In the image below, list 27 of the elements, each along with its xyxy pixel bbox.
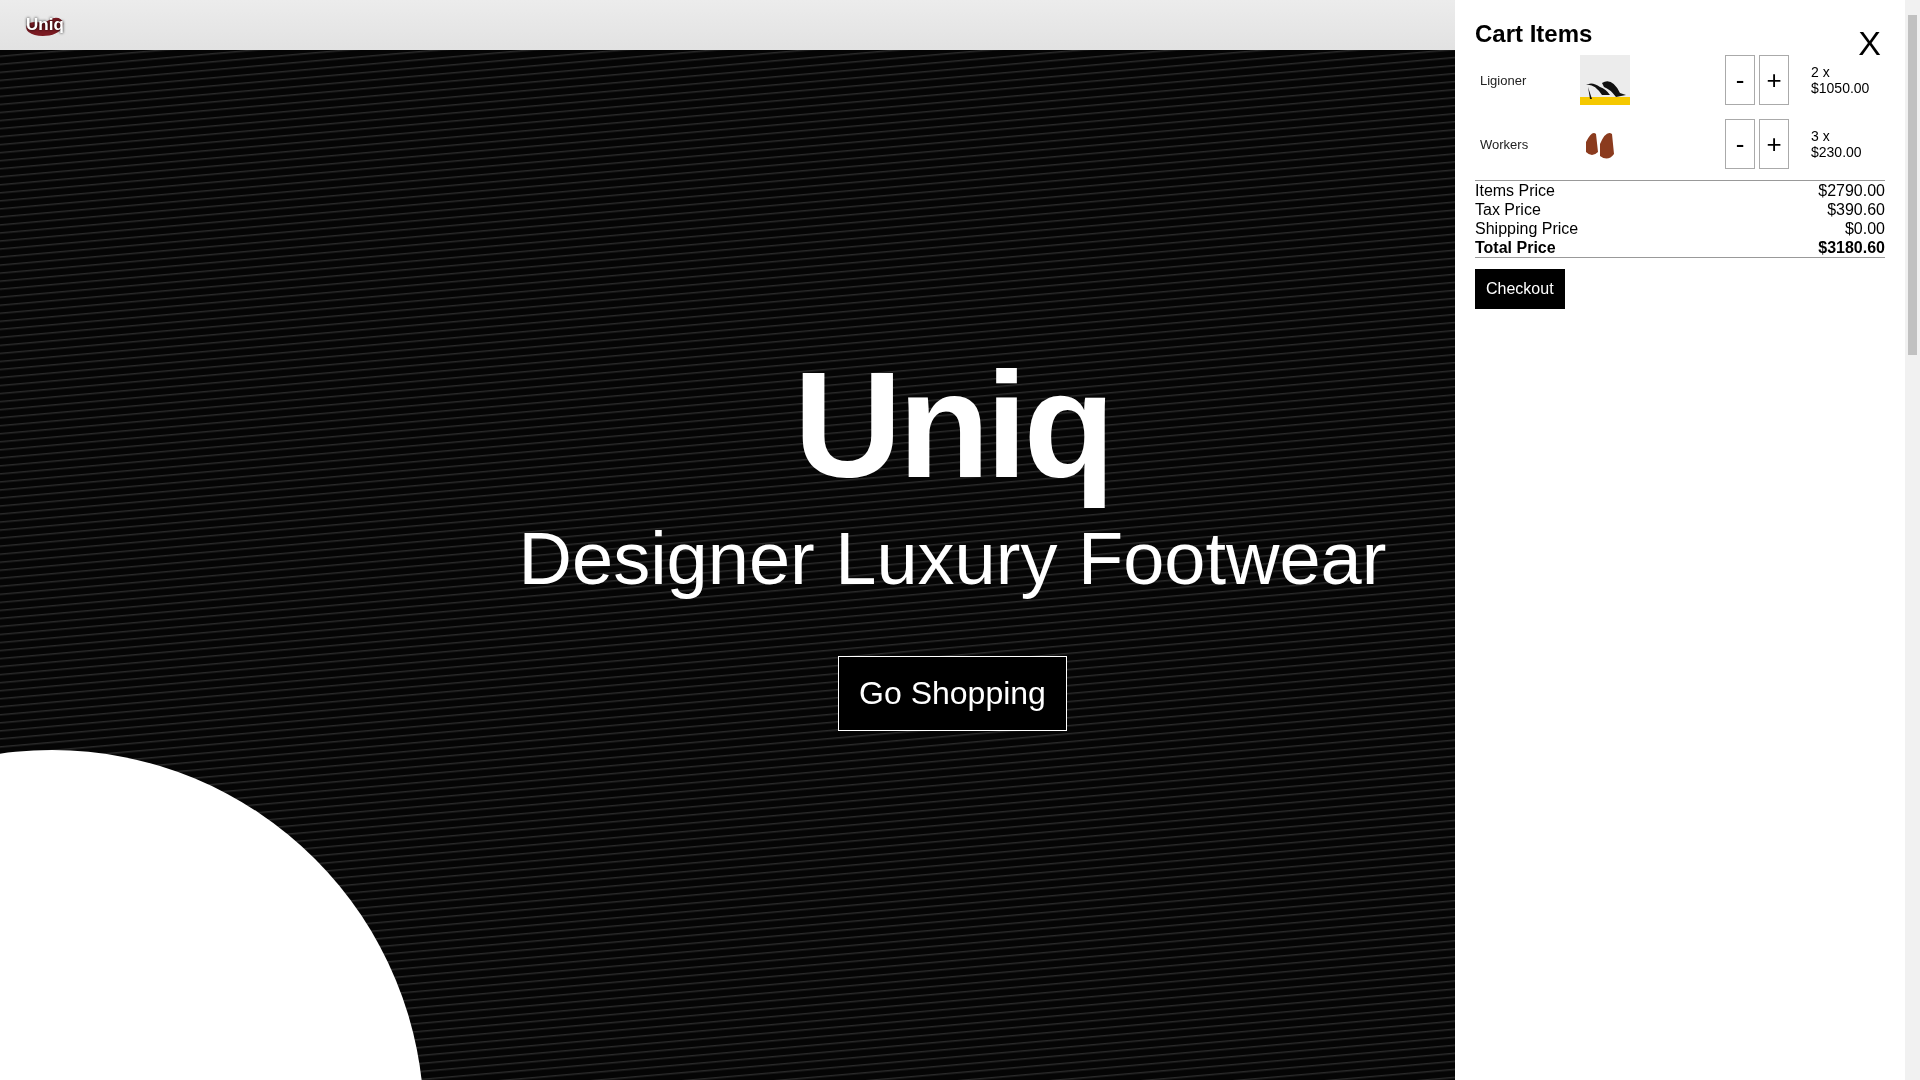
photo-placeholder — [1580, 55, 1630, 105]
item-price: $230.00 — [1811, 144, 1862, 160]
summary-value: $2790.00 — [1818, 181, 1885, 200]
summary-label: Tax Price — [1475, 200, 1541, 219]
decrease-button[interactable]: - — [1725, 55, 1755, 105]
summary-value: $3180.60 — [1818, 238, 1885, 257]
decrease-button[interactable]: - — [1725, 119, 1755, 169]
logo-link[interactable]: Uniq — [20, 7, 70, 43]
summary-label: Shipping Price — [1475, 219, 1579, 238]
checkout-button[interactable]: Checkout — [1475, 269, 1565, 309]
item-quantity: 3 x — [1811, 128, 1831, 144]
hero-subtitle: Designer Luxury Footwear — [518, 516, 1387, 602]
scrollbar[interactable] — [1905, 0, 1920, 1080]
item-price: $1050.00 — [1811, 80, 1870, 96]
item-name: Ligioner — [1479, 72, 1528, 88]
summary-label: Total Price — [1475, 238, 1556, 257]
item-quantity: 2 x — [1811, 64, 1831, 80]
cart-title: Cart Items — [1475, 20, 1593, 48]
go-shopping-button[interactable]: Go Shopping — [838, 655, 1067, 731]
summary-value: $390.60 — [1827, 200, 1885, 219]
increase-button[interactable]: + — [1759, 55, 1789, 105]
hero-title: Uniq — [793, 340, 1112, 511]
summary-label: Items Price — [1475, 181, 1555, 200]
increase-button[interactable]: + — [1759, 119, 1789, 169]
close-button[interactable]: X — [1858, 20, 1885, 60]
item-name: Workers — [1479, 136, 1530, 152]
summary-value: $0.00 — [1844, 219, 1885, 238]
